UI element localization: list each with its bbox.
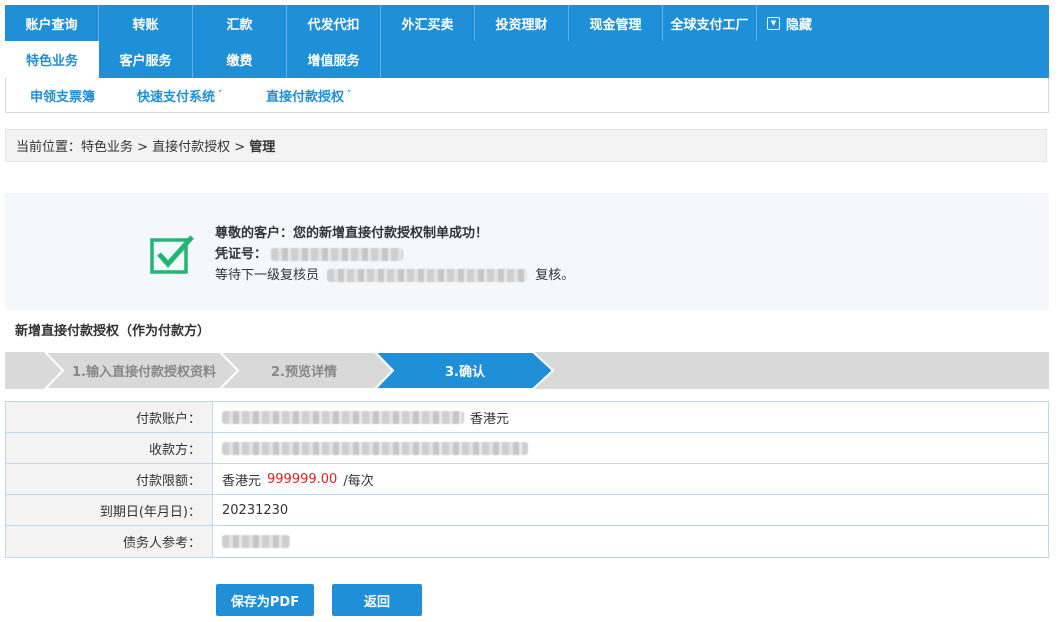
payer-account-redacted: [222, 410, 464, 424]
tab-cash-management[interactable]: 现金管理: [569, 5, 663, 41]
payer-currency: 香港元: [470, 411, 510, 427]
progress-steps: 1.输入直接付款授权资料 2.预览详情 3.确认: [5, 352, 1049, 389]
subnav-edda[interactable]: 直接付款授权 ˅: [266, 78, 352, 112]
top-nav: 账户查询 转账 汇款 代发代扣 外汇买卖 投资理财 现金管理 全球支付工厂 ▼ …: [5, 5, 1049, 78]
limit-label: 付款限额：: [6, 464, 213, 494]
section-title: 新增直接付款授权（作为付款方）: [15, 324, 211, 339]
collapse-icon: ▼: [767, 16, 780, 30]
chevron-down-icon: ˅: [218, 90, 223, 100]
voucher-number-redacted: [271, 248, 404, 261]
tab-transfer[interactable]: 转账: [99, 5, 193, 41]
chevron-down-icon: ˅: [347, 90, 352, 100]
tab-investment[interactable]: 投资理财: [475, 5, 569, 41]
success-message: 尊敬的客户：您的新增直接付款授权制单成功！ 凭证号： 等待下一级复核员 复核。: [215, 223, 574, 286]
row-expiry: 到期日(年月日)： 20231230: [6, 495, 1048, 526]
hide-menu-button[interactable]: ▼ 隐藏: [757, 5, 837, 41]
subnav-fps-label: 快速支付系统: [137, 89, 216, 105]
expiry-label: 到期日(年月日)：: [6, 495, 213, 525]
reviewer-redacted: [327, 269, 528, 282]
row-payment-limit: 付款限额： 香港元 999999.00 /每次: [6, 464, 1048, 495]
payee-label: 收款方：: [6, 433, 213, 463]
payee-redacted: [222, 441, 528, 455]
debtor-ref-label: 债务人参考：: [6, 526, 213, 557]
debtor-ref-redacted: [222, 535, 290, 548]
tab-value-added[interactable]: 增值服务: [287, 41, 381, 78]
breadcrumb-path: 当前位置：特色业务 > 直接付款授权 >: [16, 140, 246, 155]
breadcrumb: 当前位置：特色业务 > 直接付款授权 > 管理: [5, 129, 1047, 162]
expiry-value: 20231230: [222, 502, 289, 518]
success-check-icon: [150, 235, 194, 274]
row-payee: 收款方：: [6, 433, 1048, 464]
limit-currency: 香港元: [222, 473, 262, 489]
tab-special-business[interactable]: 特色业务: [5, 41, 99, 78]
success-title: 尊敬的客户：您的新增直接付款授权制单成功！: [215, 226, 489, 241]
payer-account-label: 付款账户：: [6, 402, 213, 432]
subnav-cheque-book-label: 申领支票簿: [30, 89, 96, 105]
subnav-edda-label: 直接付款授权: [266, 89, 345, 105]
wait-prefix: 等待下一级复核员: [215, 268, 320, 283]
subnav-cheque-book[interactable]: 申领支票簿: [30, 78, 95, 112]
limit-unit: /每次: [343, 473, 374, 489]
hide-label: 隐藏: [786, 17, 813, 33]
breadcrumb-current: 管理: [249, 140, 276, 155]
row-payer-account: 付款账户： 香港元: [6, 402, 1048, 433]
wait-suffix: 复核。: [535, 268, 575, 283]
tab-remittance[interactable]: 汇款: [193, 5, 287, 41]
sub-nav: 申领支票簿 快速支付系统 ˅ 直接付款授权 ˅: [5, 78, 1049, 113]
tab-fx[interactable]: 外汇买卖: [381, 5, 475, 41]
limit-amount: 999999.00: [267, 471, 338, 487]
main-menu-row: 账户查询 转账 汇款 代发代扣 外汇买卖 投资理财 现金管理 全球支付工厂 ▼ …: [5, 5, 837, 41]
details-table: 付款账户： 香港元 收款方： 付款限额： 香港元 999999.00 /每次 到…: [5, 401, 1049, 558]
tab-global-payment[interactable]: 全球支付工厂: [663, 5, 757, 41]
step-2: 2.预览详情: [271, 365, 337, 380]
tab-bill-payment[interactable]: 缴费: [193, 41, 287, 78]
tab-account-query[interactable]: 账户查询: [5, 5, 99, 41]
step-1: 1.输入直接付款授权资料: [72, 365, 216, 380]
tab-payroll[interactable]: 代发代扣: [287, 5, 381, 41]
secondary-menu-row: 特色业务 客户服务 缴费 增值服务: [5, 41, 381, 78]
subnav-fps[interactable]: 快速支付系统 ˅: [137, 78, 223, 112]
success-panel: 尊敬的客户：您的新增直接付款授权制单成功！ 凭证号： 等待下一级复核员 复核。: [5, 193, 1049, 310]
tab-customer-service[interactable]: 客户服务: [99, 41, 193, 78]
save-pdf-button[interactable]: 保存为PDF: [216, 584, 314, 616]
step-3-current: 3.确认: [445, 365, 485, 380]
voucher-label: 凭证号：: [215, 247, 268, 262]
row-debtor-reference: 债务人参考：: [6, 526, 1048, 557]
back-button[interactable]: 返回: [332, 584, 422, 616]
